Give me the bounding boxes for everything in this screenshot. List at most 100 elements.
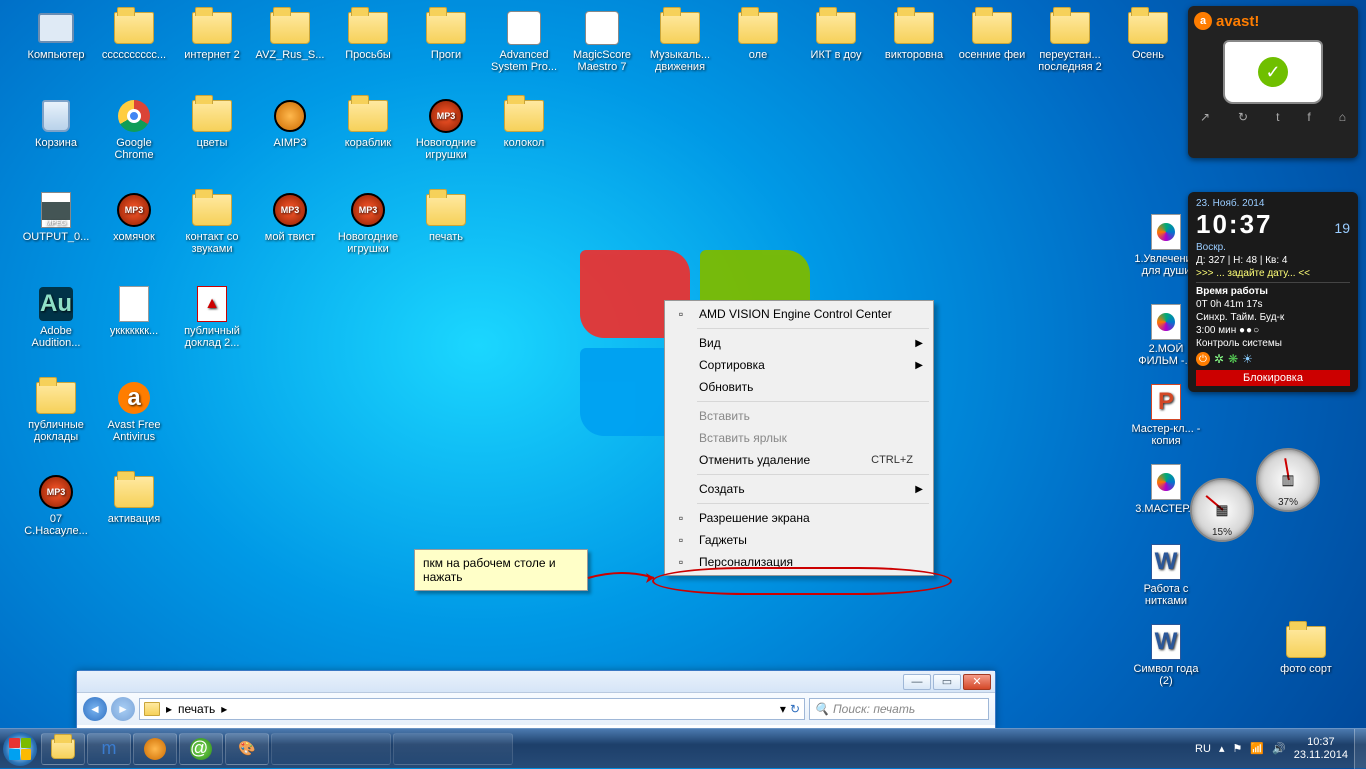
desktop-icon[interactable]: aAvast Free Antivirus bbox=[96, 380, 172, 443]
desktop-icon[interactable]: AuAdobe Audition... bbox=[18, 286, 94, 349]
icon-label: переустан... последняя 2 bbox=[1032, 49, 1108, 73]
desktop-icon[interactable]: сссссссссс... bbox=[96, 10, 172, 61]
gadget-seconds: 19 bbox=[1334, 220, 1350, 236]
taskbar-app-green[interactable]: @ bbox=[179, 733, 223, 765]
clock-gadget[interactable]: 23. Нояб. 2014 10:3719 Воскр. Д: 327 | Н… bbox=[1188, 192, 1358, 392]
context-menu-item[interactable]: ▫AMD VISION Engine Control Center bbox=[667, 303, 931, 325]
close-button[interactable]: ✕ bbox=[963, 674, 991, 690]
desktop-icon[interactable]: MagicScore Maestro 7 bbox=[564, 10, 640, 73]
facebook-icon[interactable]: f bbox=[1307, 110, 1310, 124]
taskbar-app-paint[interactable]: 🎨 bbox=[225, 733, 269, 765]
home-icon[interactable]: ⌂ bbox=[1339, 110, 1346, 124]
twitter-icon[interactable]: t bbox=[1276, 110, 1279, 124]
desktop-icon[interactable]: MP307 С.Насауле... bbox=[18, 474, 94, 537]
system-meter-gadget[interactable]: ▦ 15% ▥ 37% bbox=[1190, 448, 1320, 544]
icon-label: печать bbox=[408, 231, 484, 243]
desktop-icon[interactable]: контакт со звуками bbox=[174, 192, 250, 255]
desktop-icon[interactable]: MP3Новогодние игрушки bbox=[408, 98, 484, 161]
context-menu-item[interactable]: Сортировка▶ bbox=[667, 354, 931, 376]
desktop-icon[interactable]: Компьютер bbox=[18, 10, 94, 61]
desktop-icon[interactable]: активация bbox=[96, 474, 172, 525]
context-menu-item[interactable]: Вид▶ bbox=[667, 332, 931, 354]
show-desktop-button[interactable] bbox=[1354, 729, 1366, 769]
desktop-icon[interactable]: MP3мой твист bbox=[252, 192, 328, 243]
desktop-icon[interactable]: Осень bbox=[1110, 10, 1186, 61]
taskbar-window-1[interactable] bbox=[271, 733, 391, 765]
desktop-icon[interactable]: AVZ_Rus_S... bbox=[252, 10, 328, 61]
desktop-icon[interactable]: печать bbox=[408, 192, 484, 243]
context-menu-item[interactable]: Отменить удалениеCTRL+Z bbox=[667, 449, 931, 471]
sun-icon[interactable]: ☀ bbox=[1242, 352, 1253, 366]
word-icon: W bbox=[1146, 544, 1186, 580]
desktop-icon[interactable]: ▲публичный доклад 2... bbox=[174, 286, 250, 349]
context-menu-item[interactable]: Создать▶ bbox=[667, 478, 931, 500]
maximize-button[interactable]: ▭ bbox=[933, 674, 961, 690]
context-menu-item[interactable]: ▫Разрешение экрана bbox=[667, 507, 931, 529]
refresh-icon[interactable]: ↻ bbox=[790, 702, 800, 716]
desktop-icon[interactable]: Корзина bbox=[18, 98, 94, 149]
mpeg-icon: MPEG bbox=[36, 192, 76, 228]
desktop-icon[interactable]: PМастер-кл... - копия bbox=[1128, 384, 1204, 447]
context-menu-item[interactable]: Обновить bbox=[667, 376, 931, 398]
power-icon[interactable]: ⏻ bbox=[1196, 352, 1210, 366]
explorer-window[interactable]: — ▭ ✕ ◄ ► ▸ печать ▸ ▾ ↻ 🔍 Поиск: печать bbox=[76, 670, 996, 730]
minimize-button[interactable]: — bbox=[903, 674, 931, 690]
tray-lang[interactable]: RU bbox=[1195, 743, 1211, 755]
desktop-icon[interactable]: MPEGOUTPUT_0... bbox=[18, 192, 94, 243]
desktop-icon[interactable]: интернет 2 bbox=[174, 10, 250, 61]
desktop-icon[interactable]: фото сорт bbox=[1268, 624, 1344, 675]
desktop-icon[interactable]: оле bbox=[720, 10, 796, 61]
avast-gadget[interactable]: a avast! ✓ ↗ ↻ t f ⌂ bbox=[1188, 6, 1358, 158]
breadcrumb-segment[interactable]: печать bbox=[178, 702, 215, 716]
desktop-icon[interactable]: уккккккк... bbox=[96, 286, 172, 337]
desktop-icon[interactable]: кораблик bbox=[330, 98, 406, 149]
folder-icon bbox=[504, 98, 544, 134]
taskbar[interactable]: m @ 🎨 RU ▴ ⚑ 📶 🔊 10:37 23.11.2014 bbox=[0, 728, 1366, 768]
explorer-search-input[interactable]: 🔍 Поиск: печать bbox=[809, 698, 989, 720]
wmp-icon bbox=[1146, 304, 1186, 340]
chevron-down-icon[interactable]: ▾ bbox=[780, 702, 786, 716]
gear-icon[interactable]: ✲ bbox=[1214, 352, 1224, 366]
sparkle-icon[interactable]: ❋ bbox=[1228, 352, 1238, 366]
export-icon[interactable]: ↗ bbox=[1200, 110, 1210, 124]
refresh-icon[interactable]: ↻ bbox=[1238, 110, 1248, 124]
volume-icon[interactable]: 🔊 bbox=[1272, 742, 1286, 755]
desktop-icon[interactable]: ИКТ в доу bbox=[798, 10, 874, 61]
desktop-icon[interactable]: колокол bbox=[486, 98, 562, 149]
taskbar-window-2[interactable] bbox=[393, 733, 513, 765]
desktop-icon[interactable]: Advanced System Pro... bbox=[486, 10, 562, 73]
icon-label: кораблик bbox=[330, 137, 406, 149]
taskbar-app-maxthon[interactable]: m bbox=[87, 733, 131, 765]
taskbar-app-explorer[interactable] bbox=[41, 733, 85, 765]
desktop-icon[interactable]: Проги bbox=[408, 10, 484, 61]
desktop-icon[interactable]: WРабота с нитками bbox=[1128, 544, 1204, 607]
desktop-icon[interactable]: AIMP3 bbox=[252, 98, 328, 149]
context-menu-item[interactable]: ▫Гаджеты bbox=[667, 529, 931, 551]
desktop-icon[interactable]: викторовна bbox=[876, 10, 952, 61]
desktop-icon[interactable]: Просьбы bbox=[330, 10, 406, 61]
desktop-icon[interactable]: переустан... последняя 2 bbox=[1032, 10, 1108, 73]
desktop-icon[interactable]: MP3хомячок bbox=[96, 192, 172, 243]
system-tray[interactable]: RU ▴ ⚑ 📶 🔊 10:37 23.11.2014 bbox=[1189, 736, 1354, 760]
desktop-icon[interactable]: MP3Новогодние игрушки bbox=[330, 192, 406, 255]
folder-icon bbox=[894, 10, 934, 46]
explorer-titlebar[interactable]: — ▭ ✕ bbox=[77, 671, 995, 693]
chevron-right-icon: ▶ bbox=[915, 360, 923, 371]
address-bar[interactable]: ▸ печать ▸ ▾ ↻ bbox=[139, 698, 805, 720]
start-button[interactable] bbox=[0, 729, 40, 769]
nav-forward-button[interactable]: ► bbox=[111, 697, 135, 721]
desktop-icon[interactable]: Музыкаль... движения bbox=[642, 10, 718, 73]
taskbar-app-aimp[interactable] bbox=[133, 733, 177, 765]
desktop-icon[interactable]: публичные доклады bbox=[18, 380, 94, 443]
desktop-icon[interactable]: осенние феи bbox=[954, 10, 1030, 61]
nav-back-button[interactable]: ◄ bbox=[83, 697, 107, 721]
show-hidden-icon[interactable]: ▴ bbox=[1219, 742, 1225, 755]
desktop-icon[interactable]: WСимвол года (2) bbox=[1128, 624, 1204, 687]
network-icon[interactable]: 📶 bbox=[1250, 742, 1264, 755]
avast-icon-row: ↗ ↻ t f ⌂ bbox=[1194, 110, 1352, 124]
desktop-icon[interactable]: Google Chrome bbox=[96, 98, 172, 161]
tray-clock[interactable]: 10:37 23.11.2014 bbox=[1294, 736, 1348, 760]
flag-icon[interactable]: ⚑ bbox=[1232, 742, 1242, 755]
lock-button[interactable]: Блокировка bbox=[1196, 370, 1350, 386]
desktop-icon[interactable]: цветы bbox=[174, 98, 250, 149]
